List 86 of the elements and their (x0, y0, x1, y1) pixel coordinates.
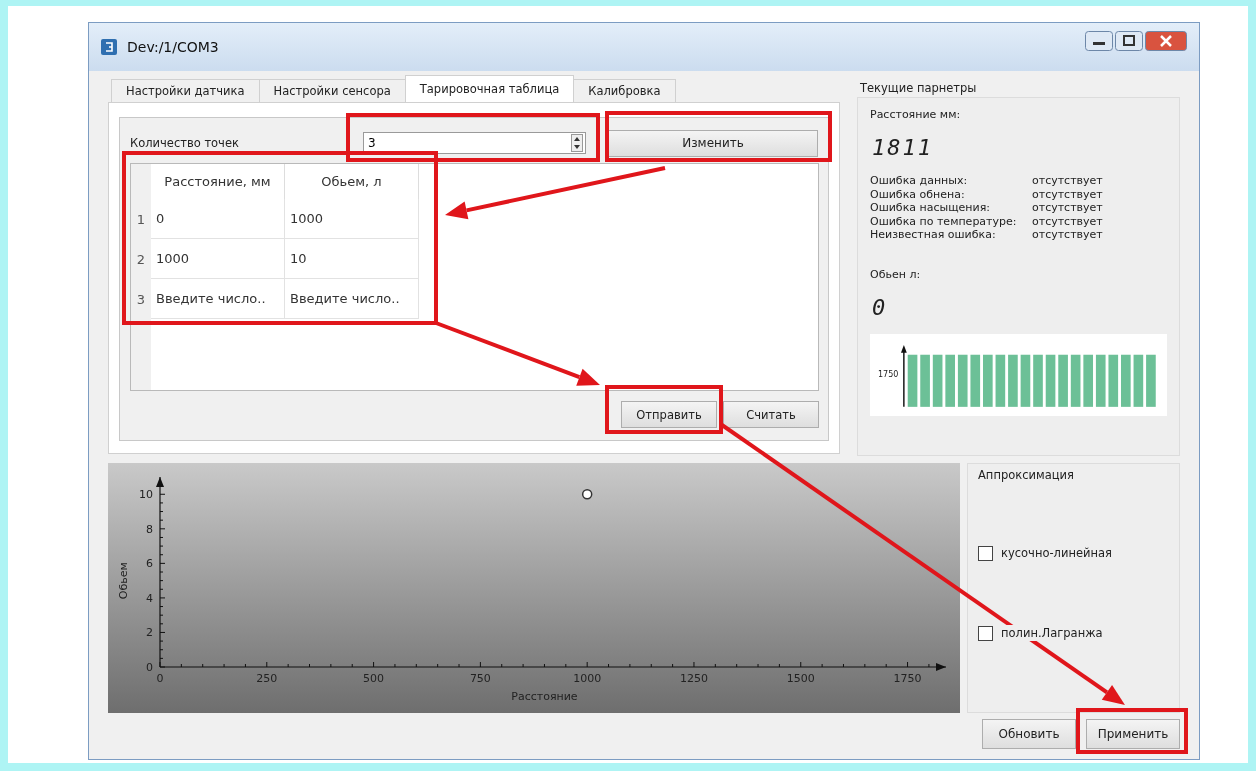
table-cell[interactable]: 1000 (151, 239, 285, 279)
tab[interactable]: Калибровка (573, 79, 676, 102)
axis-title: Обьем (117, 562, 130, 600)
spin-field[interactable]: 3 (363, 132, 586, 154)
bar (1021, 354, 1031, 407)
row-number: 3 (135, 290, 147, 309)
column-header[interactable]: Расстояние, мм (151, 164, 285, 199)
bar (958, 354, 968, 407)
maximize-icon[interactable] (1115, 31, 1143, 51)
change-button[interactable]: Изменить (608, 129, 818, 157)
bar (1008, 354, 1019, 407)
axis-title: Расстояние (511, 690, 578, 703)
tick-label: 4 (146, 591, 153, 605)
bar (1046, 354, 1056, 407)
row-number: 1 (135, 210, 147, 229)
error-label: Ошибка насыщения: (870, 201, 991, 215)
group-title: Аппроксимация (978, 468, 1075, 482)
bar (995, 354, 1006, 407)
distance-value: 1811 (872, 135, 934, 160)
tick-label: 250 (256, 672, 278, 685)
tick-label: 1000 (573, 672, 602, 685)
table-cell[interactable]: Введите число.. (285, 279, 419, 319)
field-label: Количество точек (130, 136, 240, 150)
column-header[interactable]: Обьем, л (285, 164, 419, 199)
bar (1058, 354, 1069, 407)
error-status: отсутствует (1032, 214, 1104, 228)
tick-label: 6 (146, 557, 153, 571)
error-status: отсутствует (1032, 228, 1104, 242)
row-number: 2 (135, 250, 147, 269)
bar (983, 354, 993, 407)
field-label: Расстояние мм: (870, 108, 962, 121)
bar (1133, 354, 1144, 407)
checkbox-label[interactable]: кусочно-линейная (999, 545, 1114, 561)
tick-label: 10 (139, 488, 153, 502)
table-cell[interactable]: Введите число.. (151, 279, 285, 319)
bar (945, 354, 956, 407)
checkbox-label[interactable]: полин.Лагранжа (999, 625, 1105, 641)
tick-label: 2 (146, 626, 153, 640)
window-title: Dev:/1/COM3 (127, 39, 219, 55)
bar (920, 354, 931, 407)
tick-label: 8 (146, 522, 153, 536)
refresh-button[interactable]: Обновить (982, 719, 1076, 749)
tick-label: 1250 (679, 672, 708, 685)
tick-label: 0 (156, 672, 164, 685)
read-button[interactable]: Считать (723, 401, 819, 428)
volume-value: 0 (872, 294, 889, 320)
error-status: отсутствует (1032, 174, 1104, 188)
table-cell[interactable]: 10 (285, 239, 419, 279)
error-label: Ошибка обнена: (870, 187, 966, 201)
table-cell[interactable]: 0 (151, 199, 285, 239)
bar (970, 354, 981, 407)
tick-label: 1750 (893, 672, 922, 685)
error-status: отсутствует (1032, 201, 1104, 215)
tick-label: 1500 (786, 672, 815, 685)
bar (933, 354, 943, 407)
bar (1096, 354, 1106, 407)
spin-arrows-icon[interactable] (571, 134, 583, 152)
checkbox[interactable] (978, 545, 993, 561)
send-button[interactable]: Отправить (621, 401, 717, 428)
table-cell[interactable]: 1000 (285, 199, 419, 239)
data-point (581, 489, 593, 500)
error-status: отсутствует (1032, 187, 1104, 201)
tick-label: 750 (469, 672, 491, 685)
error-label: Неизвестная ошибка: (870, 228, 997, 242)
error-label: Ошибка данных: (870, 174, 969, 188)
apply-button[interactable]: Применить (1086, 719, 1180, 749)
axis-arrow (901, 344, 908, 408)
group-title: Текущие парнетры (859, 81, 978, 95)
checkbox[interactable] (978, 625, 993, 641)
minimize-icon[interactable] (1085, 31, 1113, 51)
bar (1121, 354, 1131, 407)
bar (1083, 354, 1094, 407)
tab[interactable]: Тарировочная таблица (404, 75, 575, 102)
close-icon[interactable] (1145, 31, 1187, 51)
axis-label: 1750 (878, 369, 899, 380)
bar (1033, 354, 1044, 407)
bar (1071, 354, 1081, 407)
tab[interactable]: Настройки датчика (111, 79, 260, 102)
tick-label: 500 (363, 672, 385, 685)
bar (1146, 354, 1157, 407)
bar (908, 354, 918, 407)
tick-label: 0 (146, 661, 153, 674)
field-label: Обьен л: (870, 267, 922, 281)
app-icon (101, 39, 117, 55)
error-label: Ошибка по температуре: (870, 214, 1018, 228)
bar (1108, 354, 1119, 407)
